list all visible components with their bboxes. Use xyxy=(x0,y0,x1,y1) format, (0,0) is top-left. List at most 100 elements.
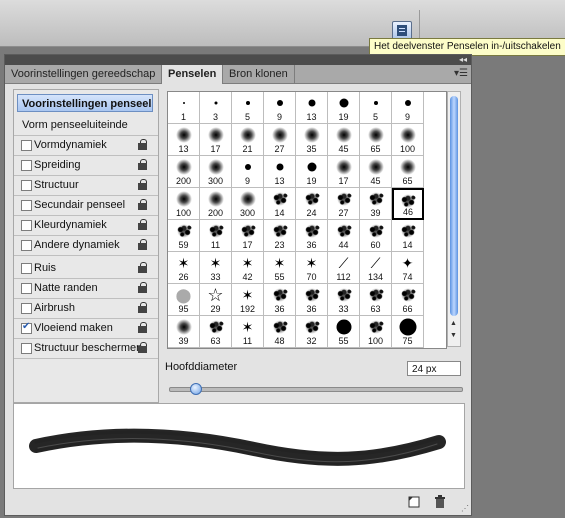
lock-icon[interactable] xyxy=(138,262,147,273)
option-checkbox[interactable] xyxy=(21,140,32,151)
tab-tool-presets[interactable]: Voorinstellingen gereedschap xyxy=(5,65,163,83)
lock-icon[interactable] xyxy=(138,159,147,170)
brush-preset-cell[interactable]: 9 xyxy=(264,92,296,124)
brush-preset-cell[interactable]: ✶ 11 xyxy=(232,316,264,348)
option-checkbox[interactable] xyxy=(21,303,32,314)
diameter-slider[interactable] xyxy=(169,387,463,392)
collapse-icon[interactable]: ◂◂ xyxy=(459,55,467,65)
brush-preset-cell[interactable]: ⟋ 112 xyxy=(328,252,360,284)
brush-option-row[interactable]: Vormdynamiek xyxy=(14,136,158,156)
option-checkbox[interactable] xyxy=(21,263,32,274)
option-checkbox[interactable] xyxy=(21,200,32,211)
brush-preset-cell[interactable]: 100 xyxy=(360,316,392,348)
brush-preset-cell[interactable]: 45 xyxy=(328,124,360,156)
panel-title-strip[interactable]: ◂◂ xyxy=(5,55,471,65)
option-checkbox[interactable] xyxy=(21,160,32,171)
tab-clone-source[interactable]: Bron klonen xyxy=(223,65,295,83)
brush-preset-cell[interactable]: ⬤ 95 xyxy=(168,284,200,316)
lock-icon[interactable] xyxy=(138,219,147,230)
brush-preset-cell[interactable]: 27 xyxy=(264,124,296,156)
brush-preset-cell[interactable]: 300 xyxy=(232,188,264,220)
brush-preset-cell[interactable]: 55 xyxy=(328,316,360,348)
brush-option-row[interactable]: Andere dynamiek xyxy=(14,236,158,256)
brush-preset-cell[interactable]: 36 xyxy=(296,220,328,252)
brush-preset-cell[interactable]: 59 xyxy=(168,220,200,252)
brush-preset-cell[interactable]: 17 xyxy=(328,156,360,188)
brush-tip-shape-item[interactable]: Vorm penseeluiteinde xyxy=(14,116,158,136)
brush-preset-cell[interactable]: 24 xyxy=(296,188,328,220)
brush-preset-cell[interactable]: 63 xyxy=(200,316,232,348)
brush-preset-cell[interactable]: 200 xyxy=(168,156,200,188)
brush-preset-cell[interactable]: 19 xyxy=(296,156,328,188)
brush-preset-cell[interactable]: ✶ 26 xyxy=(168,252,200,284)
brush-option-row[interactable]: Natte randen xyxy=(14,279,158,299)
brush-option-row[interactable]: Spreiding xyxy=(14,156,158,176)
brush-preset-cell[interactable]: 27 xyxy=(328,188,360,220)
brush-preset-cell[interactable]: 63 xyxy=(360,284,392,316)
brush-preset-cell[interactable]: 45 xyxy=(360,156,392,188)
brush-option-row[interactable]: Ruis xyxy=(14,259,158,279)
lock-icon[interactable] xyxy=(138,302,147,313)
brush-preset-cell[interactable]: 17 xyxy=(232,220,264,252)
brush-preset-cell[interactable]: 13 xyxy=(168,124,200,156)
brush-option-row[interactable]: Structuur beschermen xyxy=(14,339,158,359)
grid-scrollbar[interactable]: ▲ ▼ xyxy=(447,91,461,347)
brush-preset-cell[interactable]: 14 xyxy=(392,220,424,252)
brush-preset-cell[interactable]: 9 xyxy=(232,156,264,188)
brush-preset-cell[interactable]: 36 xyxy=(296,284,328,316)
brush-preset-cell[interactable]: 17 xyxy=(200,124,232,156)
brush-preset-cell[interactable]: 65 xyxy=(392,156,424,188)
brush-preset-cell[interactable]: 1 xyxy=(168,92,200,124)
brush-preset-cell[interactable]: 39 xyxy=(360,188,392,220)
option-checkbox[interactable] xyxy=(21,180,32,191)
lock-icon[interactable] xyxy=(138,139,147,150)
scrollbar-thumb[interactable] xyxy=(450,96,458,316)
brush-preset-cell[interactable]: 39 xyxy=(168,316,200,348)
brush-preset-cell[interactable]: 66 xyxy=(392,284,424,316)
brush-preset-cell[interactable]: 44 xyxy=(328,220,360,252)
brush-option-row[interactable]: Airbrush xyxy=(14,299,158,319)
brush-presets-button[interactable]: Voorinstellingen penseel xyxy=(17,94,153,112)
brush-preset-cell[interactable]: ✶ 55 xyxy=(264,252,296,284)
brush-option-row[interactable]: Kleurdynamiek xyxy=(14,216,158,236)
brush-preset-cell[interactable]: 32 xyxy=(296,316,328,348)
brush-preset-cell[interactable]: 100 xyxy=(392,124,424,156)
brush-preset-cell[interactable]: 14 xyxy=(264,188,296,220)
scroll-down-icon[interactable]: ▼ xyxy=(450,332,457,340)
master-diameter-input[interactable]: 24 px xyxy=(407,361,461,376)
brush-option-row[interactable]: Vloeiend maken xyxy=(14,319,158,339)
resize-grip-icon[interactable]: ⋰ xyxy=(461,504,469,513)
brush-preset-cell[interactable]: 5 xyxy=(360,92,392,124)
lock-icon[interactable] xyxy=(138,179,147,190)
brush-preset-cell[interactable]: 5 xyxy=(232,92,264,124)
brush-preset-cell[interactable]: 48 xyxy=(264,316,296,348)
brush-preset-cell[interactable]: 21 xyxy=(232,124,264,156)
brush-preset-cell[interactable]: 65 xyxy=(360,124,392,156)
brush-preset-cell[interactable]: ✦ 74 xyxy=(392,252,424,284)
lock-icon[interactable] xyxy=(138,322,147,333)
brush-preset-cell[interactable]: 11 xyxy=(200,220,232,252)
delete-brush-button[interactable] xyxy=(433,495,447,509)
brush-preset-cell[interactable]: 9 xyxy=(392,92,424,124)
scroll-up-icon[interactable]: ▲ xyxy=(450,320,457,328)
brush-preset-cell[interactable]: 19 xyxy=(328,92,360,124)
new-brush-button[interactable] xyxy=(407,495,421,509)
diameter-slider-knob[interactable] xyxy=(190,383,203,395)
brush-preset-cell[interactable]: ✶ 42 xyxy=(232,252,264,284)
brush-preset-cell[interactable]: ✶ 70 xyxy=(296,252,328,284)
option-checkbox[interactable] xyxy=(21,240,32,251)
brush-preset-cell[interactable]: 60 xyxy=(360,220,392,252)
lock-icon[interactable] xyxy=(138,199,147,210)
option-checkbox[interactable] xyxy=(21,343,32,354)
brush-preset-cell[interactable]: 23 xyxy=(264,220,296,252)
brush-preset-cell[interactable]: 36 xyxy=(264,284,296,316)
brush-preset-cell[interactable]: ⟋ 134 xyxy=(360,252,392,284)
brush-preset-cell[interactable]: ✶ 33 xyxy=(200,252,232,284)
lock-icon[interactable] xyxy=(138,342,147,353)
brush-preset-cell[interactable]: 46 xyxy=(392,188,424,220)
brush-option-row[interactable]: Secundair penseel xyxy=(14,196,158,216)
brush-preset-cell[interactable]: 300 xyxy=(200,156,232,188)
brush-preset-cell[interactable]: 200 xyxy=(200,188,232,220)
brush-preset-cell[interactable]: ✶ 192 xyxy=(232,284,264,316)
brush-preset-cell[interactable]: ☆ 29 xyxy=(200,284,232,316)
